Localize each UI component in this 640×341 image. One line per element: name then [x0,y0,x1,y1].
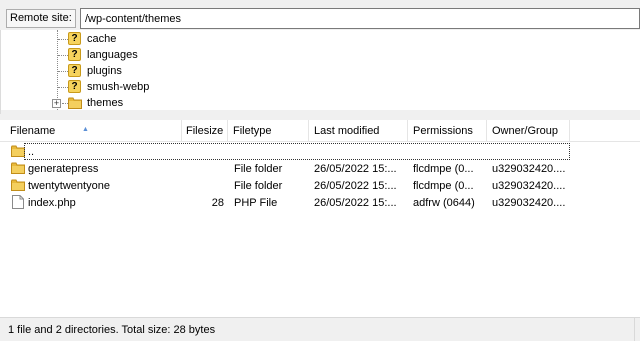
filesize-cell: 28 [211,197,224,209]
table-row[interactable]: index.php 28 PHP File 26/05/2022 15:... … [0,194,640,211]
tree-item-label: languages [87,49,138,61]
remote-file-list: ▲ Filename Filesize Filetype Last modifi… [0,120,640,317]
last-modified-cell: 26/05/2022 15:... [314,180,397,192]
expand-toggle[interactable]: + [52,99,61,108]
folder-icon [11,162,25,174]
column-header-last-modified[interactable]: Last modified [310,120,408,142]
permissions-cell: flcdmpe (0... [413,163,474,175]
tree-item-label: smush-webp [87,81,150,93]
filetype-cell: File folder [234,180,283,192]
remote-directory-tree: ? cache ? languages ? plugins ? smush-we… [0,30,640,114]
file-list-header: ▲ Filename Filesize Filetype Last modifi… [0,120,640,142]
column-header-owner-group[interactable]: Owner/Group [488,120,570,142]
status-text: 1 file and 2 directories. Total size: 28… [8,324,216,336]
folder-icon [11,145,25,157]
question-folder-icon: ? [68,48,81,61]
filename-cell: index.php [28,197,76,209]
last-modified-cell: 26/05/2022 15:... [314,163,397,175]
owner-group-cell: u329032420.... [492,197,566,209]
filetype-cell: File folder [234,163,283,175]
question-folder-icon: ? [68,32,81,45]
sort-ascending-icon: ▲ [82,126,89,133]
table-row[interactable]: .. [0,143,640,160]
question-folder-icon: ? [68,64,81,77]
filename-cell: .. [28,146,35,158]
question-folder-icon: ? [68,80,81,93]
column-header-filesize[interactable]: Filesize [182,120,228,142]
tree-item-label: plugins [87,65,122,77]
filename-cell: twentytwentyone [28,180,110,192]
folder-icon [68,97,82,109]
column-header-permissions[interactable]: Permissions [409,120,487,142]
last-modified-cell: 26/05/2022 15:... [314,197,397,209]
permissions-cell: adfrw (0644) [413,197,475,209]
column-header-filename[interactable]: ▲ Filename [6,120,182,142]
folder-icon [11,179,25,191]
filetype-cell: PHP File [234,197,278,209]
permissions-cell: flcdmpe (0... [413,180,474,192]
tree-item-languages[interactable]: ? languages [1,47,640,63]
filename-cell: generatepress [28,163,99,175]
column-header-filetype[interactable]: Filetype [229,120,309,142]
tree-item-cache[interactable]: ? cache [1,31,640,47]
table-row[interactable]: twentytwentyone File folder 26/05/2022 1… [0,177,640,194]
table-row[interactable]: generatepress File folder 26/05/2022 15:… [0,160,640,177]
tree-item-plugins[interactable]: ? plugins [1,63,640,79]
remote-path-input[interactable] [80,8,640,29]
file-icon [12,195,24,209]
tree-item-label: themes [87,97,124,109]
tree-item-themes[interactable]: + themes [1,95,640,111]
remote-site-label: Remote site: [6,9,76,28]
owner-group-cell: u329032420.... [492,180,566,192]
remote-site-bar: Remote site: [0,0,640,30]
tree-item-label: cache [87,33,117,45]
owner-group-cell: u329032420.... [492,163,566,175]
status-bar: 1 file and 2 directories. Total size: 28… [0,317,640,341]
tree-item-smush-webp[interactable]: ? smush-webp [1,79,640,95]
